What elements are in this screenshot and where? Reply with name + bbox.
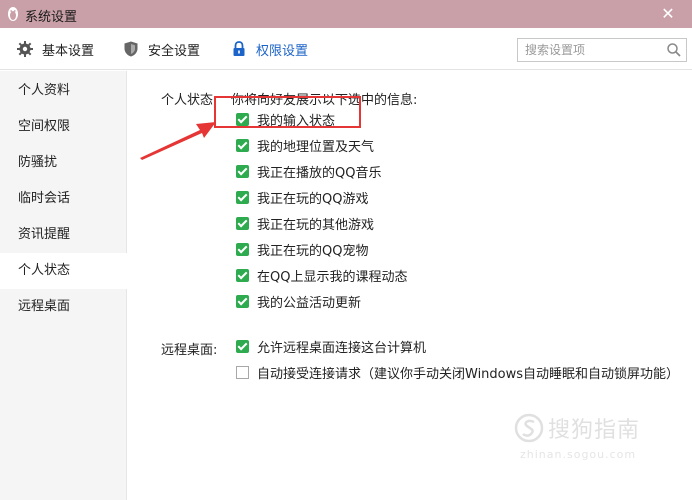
annotation-arrow-icon [140,122,216,160]
tab-basic-settings[interactable]: 基本设置 [16,28,94,70]
option-label: 我正在玩的其他游戏 [257,217,375,233]
window-title: 系统设置 [25,10,78,25]
option-label: 我正在播放的QQ音乐 [257,165,382,181]
option-other-game[interactable]: 我正在玩的其他游戏 [236,213,374,233]
option-course-activity[interactable]: 在QQ上显示我的课程动态 [236,265,407,285]
watermark: 搜狗指南 zhinan.sogou.com [514,412,641,461]
option-label: 我的公益活动更新 [257,295,362,311]
sidebar-item-label: 资讯提醒 [18,227,71,242]
sidebar-item-anti-harassment[interactable]: 防骚扰 [0,145,127,181]
option-qq-game[interactable]: 我正在玩的QQ游戏 [236,187,368,207]
option-charity-update[interactable]: 我的公益活动更新 [236,291,361,311]
sidebar-item-profile[interactable]: 个人资料 [0,73,127,109]
checkbox-unchecked[interactable] [236,365,249,379]
sidebar-item-label: 远程桌面 [18,299,71,314]
sogou-logo-icon [514,413,544,443]
watermark-text: 搜狗指南 [548,418,641,443]
sidebar-item-label: 防骚扰 [18,155,58,170]
option-label: 自动接受连接请求（建议你手动关闭Windows自动睡眠和自动锁屏功能） [257,366,680,382]
option-qq-music[interactable]: 我正在播放的QQ音乐 [236,161,381,181]
option-label: 允许远程桌面连接这台计算机 [257,340,427,356]
annotation-highlight-box [214,96,361,128]
gear-icon [17,41,33,57]
sidebar: 个人资料 空间权限 防骚扰 临时会话 资讯提醒 个人状态 远程桌面 [0,71,127,500]
tab-basic-settings-label: 基本设置 [42,43,95,59]
sidebar-item-personal-status[interactable]: 个人状态 [0,253,127,289]
watermark-url: zhinan.sogou.com [520,448,637,461]
close-button[interactable]: ✕ [658,4,678,24]
sidebar-item-space-permission[interactable]: 空间权限 [0,109,127,145]
option-label: 我正在玩的QQ宠物 [257,243,369,259]
search-box [517,38,687,62]
checkbox-checked[interactable] [236,268,249,282]
search-icon[interactable] [666,42,682,58]
option-location-weather[interactable]: 我的地理位置及天气 [236,135,374,155]
checkbox-checked[interactable] [236,339,249,353]
option-label: 我正在玩的QQ游戏 [257,191,369,207]
option-auto-accept-connection[interactable]: 自动接受连接请求（建议你手动关闭Windows自动睡眠和自动锁屏功能） [236,362,679,382]
sidebar-item-label: 空间权限 [18,119,71,134]
option-allow-remote-desktop[interactable]: 允许远程桌面连接这台计算机 [236,336,426,356]
qq-penguin-icon [8,7,18,21]
tab-security-settings[interactable]: 安全设置 [122,28,200,70]
option-qq-pet[interactable]: 我正在玩的QQ宠物 [236,239,368,259]
tab-security-settings-label: 安全设置 [148,43,201,59]
option-label: 在QQ上显示我的课程动态 [257,269,408,285]
tab-permission-settings-label: 权限设置 [256,43,309,59]
sidebar-item-temp-chat[interactable]: 临时会话 [0,181,127,217]
tab-permission-settings[interactable]: 权限设置 [230,28,308,70]
title-bar: 系统设置 ✕ [0,0,692,28]
checkbox-checked[interactable] [236,164,249,178]
checkbox-checked[interactable] [236,190,249,204]
close-icon: ✕ [661,4,675,23]
checkbox-checked[interactable] [236,242,249,256]
sidebar-item-label: 临时会话 [18,191,71,206]
option-label: 我的地理位置及天气 [257,139,375,155]
checkbox-checked[interactable] [236,294,249,308]
sidebar-item-news-alert[interactable]: 资讯提醒 [0,217,127,253]
sidebar-item-label: 个人状态 [18,263,71,278]
sidebar-item-remote-desktop[interactable]: 远程桌面 [0,289,127,325]
search-input[interactable] [518,39,664,61]
lock-icon [233,41,245,56]
sidebar-item-label: 个人资料 [18,83,71,98]
checkbox-checked[interactable] [236,216,249,230]
shield-icon [124,41,138,57]
checkbox-checked[interactable] [236,138,249,152]
remote-desktop-label: 远程桌面: [161,343,218,358]
personal-status-label: 个人状态: [161,93,218,108]
